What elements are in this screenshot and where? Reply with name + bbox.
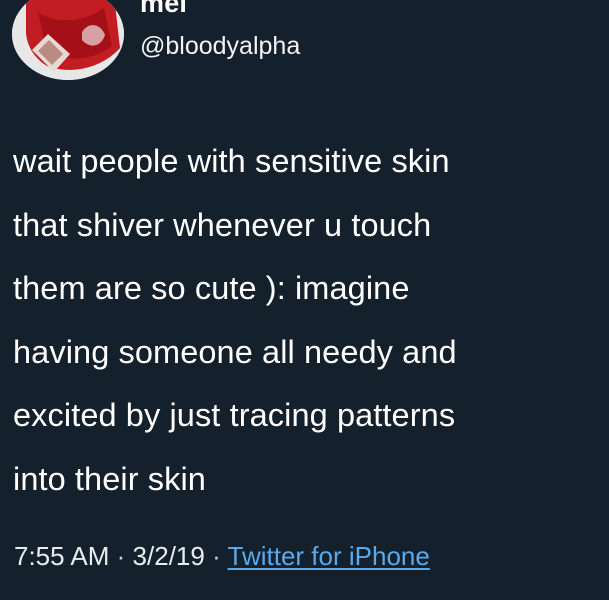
tweet-card: mel @bloodyalpha wait people with sensit… (0, 0, 609, 600)
username-handle[interactable]: @bloodyalpha (140, 30, 300, 62)
tweet-source-link[interactable]: Twitter for iPhone (228, 541, 430, 571)
metadata-separator: · (116, 541, 126, 571)
tweet-text: wait people with sensitive skin that shi… (13, 143, 457, 497)
tweet-date[interactable]: 3/2/19 (133, 541, 205, 571)
avatar-image-icon (12, 0, 124, 80)
tweet-time[interactable]: 7:55 AM (14, 541, 109, 571)
tweet-metadata: 7:55 AM · 3/2/19 · Twitter for iPhone (14, 539, 430, 573)
metadata-separator-source: · (212, 541, 221, 571)
avatar[interactable] (12, 0, 124, 80)
display-name[interactable]: mel (140, 0, 187, 19)
